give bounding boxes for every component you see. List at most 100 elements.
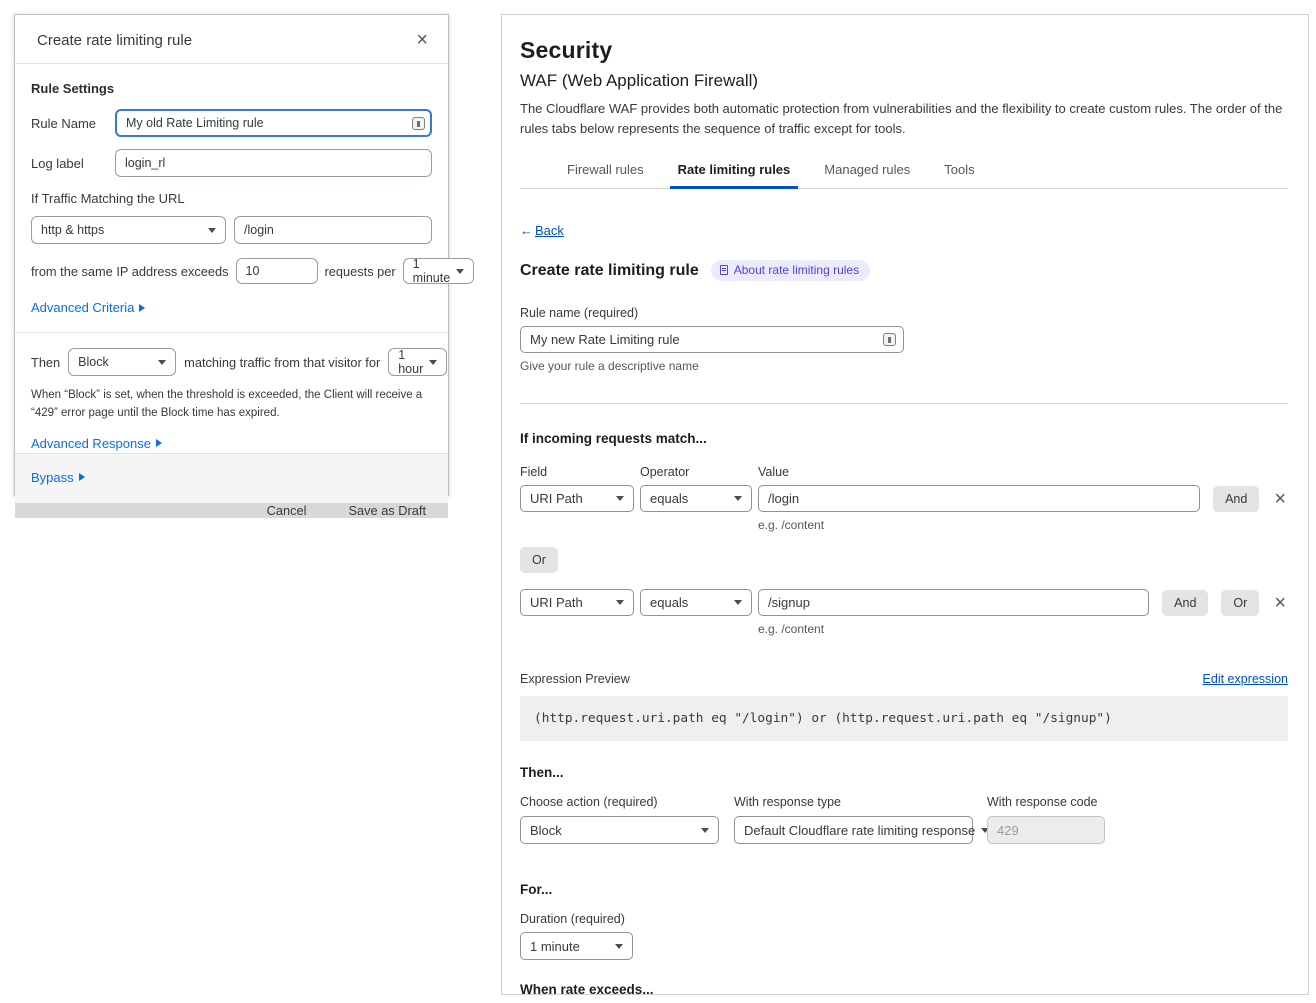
log-label-input[interactable] — [115, 149, 432, 177]
bypass-link[interactable]: Bypass — [31, 470, 85, 485]
period-select[interactable]: 1 minute — [403, 258, 475, 284]
chevron-down-icon — [615, 944, 623, 949]
url-input[interactable] — [234, 216, 432, 244]
value-column-label: Value — [758, 465, 789, 479]
back-link[interactable]: ←Back — [520, 223, 564, 238]
dialog-footer: Cancel Save as Draft — [15, 503, 448, 518]
chevron-down-icon — [208, 228, 216, 233]
scheme-select[interactable]: http & https — [31, 216, 226, 244]
page-title: Security — [520, 37, 1288, 64]
dialog-title: Create rate limiting rule — [37, 32, 192, 49]
autofill-icon[interactable] — [883, 333, 896, 346]
chevron-down-icon — [734, 600, 742, 605]
or-connector-button[interactable]: Or — [520, 547, 558, 573]
requests-count-input[interactable] — [236, 258, 318, 284]
tab-firewall-rules[interactable]: Firewall rules — [565, 153, 646, 188]
match-column-labels: Field Operator Value — [520, 465, 1288, 479]
dialog-header: Create rate limiting rule × — [15, 15, 448, 64]
remove-row-icon[interactable]: × — [1274, 489, 1286, 509]
field-select[interactable]: URI Path — [520, 589, 634, 616]
triangle-right-icon — [79, 473, 85, 481]
duration-label: Duration (required) — [520, 912, 1288, 926]
old-rate-limit-dialog: Create rate limiting rule × Rule Setting… — [14, 14, 449, 496]
rule-name-input[interactable] — [520, 326, 904, 353]
expression-preview-label: Expression Preview — [520, 672, 630, 686]
value-input[interactable] — [758, 485, 1200, 512]
advanced-response-link[interactable]: Advanced Response — [31, 436, 162, 451]
field-select[interactable]: URI Path — [520, 485, 634, 512]
security-waf-panel: Security WAF (Web Application Firewall) … — [501, 14, 1309, 995]
url-match-row: http & https — [31, 216, 432, 244]
match-row: URI Path equals And Or × — [520, 589, 1288, 616]
traffic-heading: If Traffic Matching the URL — [31, 191, 432, 206]
then-heading: Then... — [520, 765, 1288, 780]
expression-code: (http.request.uri.path eq "/login") or (… — [520, 696, 1288, 741]
value-hint: e.g. /content — [758, 622, 1288, 636]
tab-tools[interactable]: Tools — [942, 153, 976, 188]
rule-name-label: Rule name (required) — [520, 306, 1288, 320]
response-type-label: With response type — [734, 795, 973, 809]
dialog-body: Rule Settings Rule Name Log label If Tra… — [15, 64, 448, 453]
waf-tabs: Firewall rules Rate limiting rules Manag… — [520, 153, 1288, 189]
back-arrow-icon: ← — [520, 223, 533, 238]
and-button[interactable]: And — [1162, 590, 1208, 616]
action-select[interactable]: Block — [68, 348, 176, 376]
response-code-label: With response code — [987, 795, 1105, 809]
remove-row-icon[interactable]: × — [1274, 593, 1286, 613]
response-code-input-disabled: 429 — [987, 816, 1105, 844]
operator-column-label: Operator — [640, 465, 752, 479]
value-input[interactable] — [758, 589, 1149, 616]
threshold-row: from the same IP address exceeds request… — [31, 258, 432, 284]
log-label-row: Log label — [31, 149, 432, 177]
edit-expression-link[interactable]: Edit expression — [1203, 672, 1288, 686]
tab-rate-limiting-rules[interactable]: Rate limiting rules — [676, 153, 793, 188]
ban-duration-select[interactable]: 1 hour — [388, 348, 447, 376]
then-label: Then — [31, 355, 60, 370]
choose-action-select[interactable]: Block — [520, 816, 719, 844]
chevron-down-icon — [616, 600, 624, 605]
operator-select[interactable]: equals — [640, 589, 752, 616]
then-row: Then Block matching traffic from that vi… — [31, 348, 432, 376]
chevron-down-icon — [158, 360, 166, 365]
create-rule-heading: Create rate limiting rule — [520, 262, 699, 280]
tab-managed-rules[interactable]: Managed rules — [822, 153, 912, 188]
rule-name-input[interactable] — [115, 109, 432, 137]
value-hint: e.g. /content — [758, 518, 1288, 532]
cancel-button[interactable]: Cancel — [267, 503, 307, 518]
divider — [520, 403, 1288, 404]
about-rate-limiting-badge[interactable]: About rate limiting rules — [711, 260, 870, 281]
divider — [15, 332, 448, 333]
rate-exceeds-heading: When rate exceeds... — [520, 982, 1288, 995]
match-row: URI Path equals And × — [520, 485, 1288, 512]
advanced-criteria-link[interactable]: Advanced Criteria — [31, 300, 145, 315]
rule-settings-heading: Rule Settings — [31, 81, 432, 96]
rule-name-hint: Give your rule a descriptive name — [520, 359, 1288, 373]
triangle-right-icon — [156, 439, 162, 447]
autofill-icon[interactable] — [412, 117, 425, 130]
threshold-prefix: from the same IP address exceeds — [31, 264, 229, 279]
doc-icon — [720, 265, 728, 275]
threshold-suffix: requests per — [325, 264, 396, 279]
block-note: When “Block” is set, when the threshold … — [31, 387, 432, 423]
bypass-section: Bypass — [15, 453, 448, 503]
triangle-right-icon — [139, 304, 145, 312]
rule-name-row: Rule Name — [31, 109, 432, 137]
waf-description: The Cloudflare WAF provides both automat… — [520, 99, 1286, 139]
chevron-down-icon — [616, 496, 624, 501]
field-column-label: Field — [520, 465, 634, 479]
log-label: Log label — [31, 156, 107, 171]
chevron-down-icon — [429, 360, 437, 365]
save-as-draft-button[interactable]: Save as Draft — [348, 503, 426, 518]
duration-select[interactable]: 1 minute — [520, 932, 633, 960]
response-type-select[interactable]: Default Cloudflare rate limiting respons… — [734, 816, 973, 844]
chevron-down-icon — [456, 269, 464, 274]
and-button[interactable]: And — [1213, 486, 1259, 512]
operator-select[interactable]: equals — [640, 485, 752, 512]
chevron-down-icon — [734, 496, 742, 501]
chevron-down-icon — [701, 828, 709, 833]
for-heading: For... — [520, 882, 1288, 897]
close-icon[interactable]: × — [416, 30, 428, 50]
page-subtitle: WAF (Web Application Firewall) — [520, 71, 1288, 91]
or-button[interactable]: Or — [1221, 590, 1259, 616]
match-heading: If incoming requests match... — [520, 431, 1288, 446]
